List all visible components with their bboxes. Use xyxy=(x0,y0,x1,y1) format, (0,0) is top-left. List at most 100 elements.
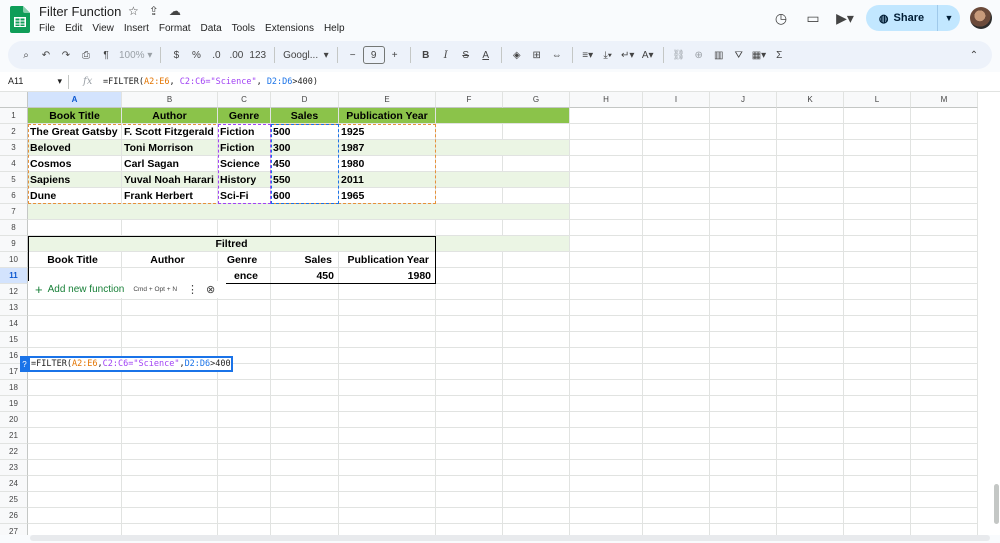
grid-cell[interactable] xyxy=(777,348,844,364)
percent-button[interactable]: % xyxy=(186,44,206,66)
row-header-8[interactable]: 8 xyxy=(0,220,28,236)
grid-cell[interactable] xyxy=(777,396,844,412)
column-header-m[interactable]: M xyxy=(911,92,978,108)
grid-cell[interactable] xyxy=(503,348,570,364)
grid-cell[interactable] xyxy=(570,124,643,140)
grid-cell[interactable] xyxy=(710,348,777,364)
grid-cell[interactable] xyxy=(28,396,122,412)
grid-cell[interactable] xyxy=(710,156,777,172)
row-header-10[interactable]: 10 xyxy=(0,252,28,268)
vertical-align-icon[interactable]: ⤓▾ xyxy=(598,44,618,66)
grid-cell[interactable] xyxy=(911,188,978,204)
menu-extensions[interactable]: Extensions xyxy=(265,23,314,34)
column-header-k[interactable]: K xyxy=(777,92,844,108)
print-icon[interactable]: ⎙ xyxy=(76,44,96,66)
strikethrough-button[interactable]: S xyxy=(456,44,476,66)
grid-cell[interactable] xyxy=(777,300,844,316)
grid-cell[interactable] xyxy=(570,508,643,524)
grid-cell[interactable] xyxy=(503,316,570,332)
row-header-12[interactable]: 12 xyxy=(0,284,28,300)
collapse-toolbar-icon[interactable]: ⌃ xyxy=(964,44,984,66)
table-cell[interactable]: Beloved xyxy=(28,140,122,156)
grid-cell[interactable] xyxy=(570,444,643,460)
grid-cell[interactable] xyxy=(122,300,218,316)
grid-cell[interactable] xyxy=(844,156,911,172)
grid-cell[interactable] xyxy=(844,268,911,284)
row-header-27[interactable]: 27 xyxy=(0,524,28,535)
grid-cell[interactable] xyxy=(911,252,978,268)
table-cell[interactable]: History xyxy=(218,172,271,188)
grid-cell[interactable] xyxy=(122,316,218,332)
meet-icon[interactable]: ▶▾ xyxy=(834,7,856,29)
insert-chart-icon[interactable]: ▥ xyxy=(709,44,729,66)
filtered-sales-cell[interactable]: 450 xyxy=(271,268,339,284)
grid-cell[interactable] xyxy=(218,428,271,444)
grid-cell[interactable] xyxy=(436,380,503,396)
grid-cell[interactable] xyxy=(503,124,570,140)
grid-cell[interactable] xyxy=(570,524,643,535)
grid-cell[interactable] xyxy=(710,300,777,316)
grid-cell[interactable] xyxy=(844,508,911,524)
grid-cell[interactable] xyxy=(339,396,436,412)
grid-cell[interactable] xyxy=(570,300,643,316)
formula-input[interactable]: =FILTER(A2:E6, C2:C6="Science", D2:D6>40… xyxy=(103,77,318,87)
grid-cell[interactable] xyxy=(218,396,271,412)
grid-cell[interactable] xyxy=(503,284,570,300)
grid-cell[interactable] xyxy=(844,236,911,252)
grid-cell[interactable] xyxy=(844,316,911,332)
grid-cell[interactable] xyxy=(271,380,339,396)
table-cell[interactable]: F. Scott Fitzgerald xyxy=(122,124,218,140)
grid-cell[interactable] xyxy=(570,380,643,396)
search-menus-icon[interactable]: ⌕ xyxy=(16,44,36,66)
grid-cell[interactable] xyxy=(777,268,844,284)
grid-cell[interactable] xyxy=(911,460,978,476)
grid-cell[interactable] xyxy=(271,428,339,444)
column-header-i[interactable]: I xyxy=(643,92,710,108)
table-cell[interactable]: Dune xyxy=(28,188,122,204)
menu-tools[interactable]: Tools xyxy=(232,23,255,34)
table-cell[interactable]: 1925 xyxy=(339,124,436,140)
grid-cell[interactable] xyxy=(570,268,643,284)
grid-cell[interactable] xyxy=(436,316,503,332)
currency-button[interactable]: $ xyxy=(166,44,186,66)
table-cell[interactable]: 2011 xyxy=(339,172,436,188)
grid-cell[interactable] xyxy=(28,460,122,476)
grid-cell[interactable] xyxy=(643,396,710,412)
filtered-header-cell[interactable]: Author xyxy=(122,252,218,268)
select-all-corner[interactable] xyxy=(0,92,28,108)
grid-cell[interactable] xyxy=(643,236,710,252)
grid-cell[interactable] xyxy=(436,268,503,284)
row-header-5[interactable]: 5 xyxy=(0,172,28,188)
table-cell[interactable]: Sci-Fi xyxy=(218,188,271,204)
borders-icon[interactable]: ⊞ xyxy=(527,44,547,66)
table-cell[interactable]: 1965 xyxy=(339,188,436,204)
grid-cell[interactable] xyxy=(28,492,122,508)
add-function-popup[interactable]: + Add new function Cmd + Opt + N ⋮ ⊗ xyxy=(28,281,226,298)
grid-cell[interactable] xyxy=(777,380,844,396)
grid-cell[interactable] xyxy=(339,316,436,332)
close-icon[interactable]: ⊗ xyxy=(206,283,215,296)
grid-cell[interactable] xyxy=(339,460,436,476)
grid-cell[interactable] xyxy=(911,380,978,396)
filtered-header-cell[interactable]: Book Title xyxy=(28,252,122,268)
grid-cell[interactable] xyxy=(503,428,570,444)
row-header-26[interactable]: 26 xyxy=(0,508,28,524)
grid-cell[interactable] xyxy=(436,476,503,492)
grid-cell[interactable] xyxy=(570,140,643,156)
more-options-icon[interactable]: ⋮ xyxy=(187,283,198,296)
grid-cell[interactable] xyxy=(218,300,271,316)
grid-cell[interactable] xyxy=(911,140,978,156)
grid-cell[interactable] xyxy=(710,220,777,236)
column-header-d[interactable]: D xyxy=(271,92,339,108)
grid-cell[interactable] xyxy=(122,444,218,460)
grid-cell[interactable] xyxy=(122,428,218,444)
grid-cell[interactable] xyxy=(28,428,122,444)
grid-cell[interactable] xyxy=(911,316,978,332)
table-header-cell[interactable]: Author xyxy=(122,108,218,124)
grid-cell[interactable] xyxy=(777,124,844,140)
undo-icon[interactable]: ↶ xyxy=(36,44,56,66)
grid-cell[interactable] xyxy=(911,172,978,188)
grid-cell[interactable] xyxy=(911,524,978,535)
grid-cell[interactable] xyxy=(436,460,503,476)
grid-cell[interactable] xyxy=(271,332,339,348)
